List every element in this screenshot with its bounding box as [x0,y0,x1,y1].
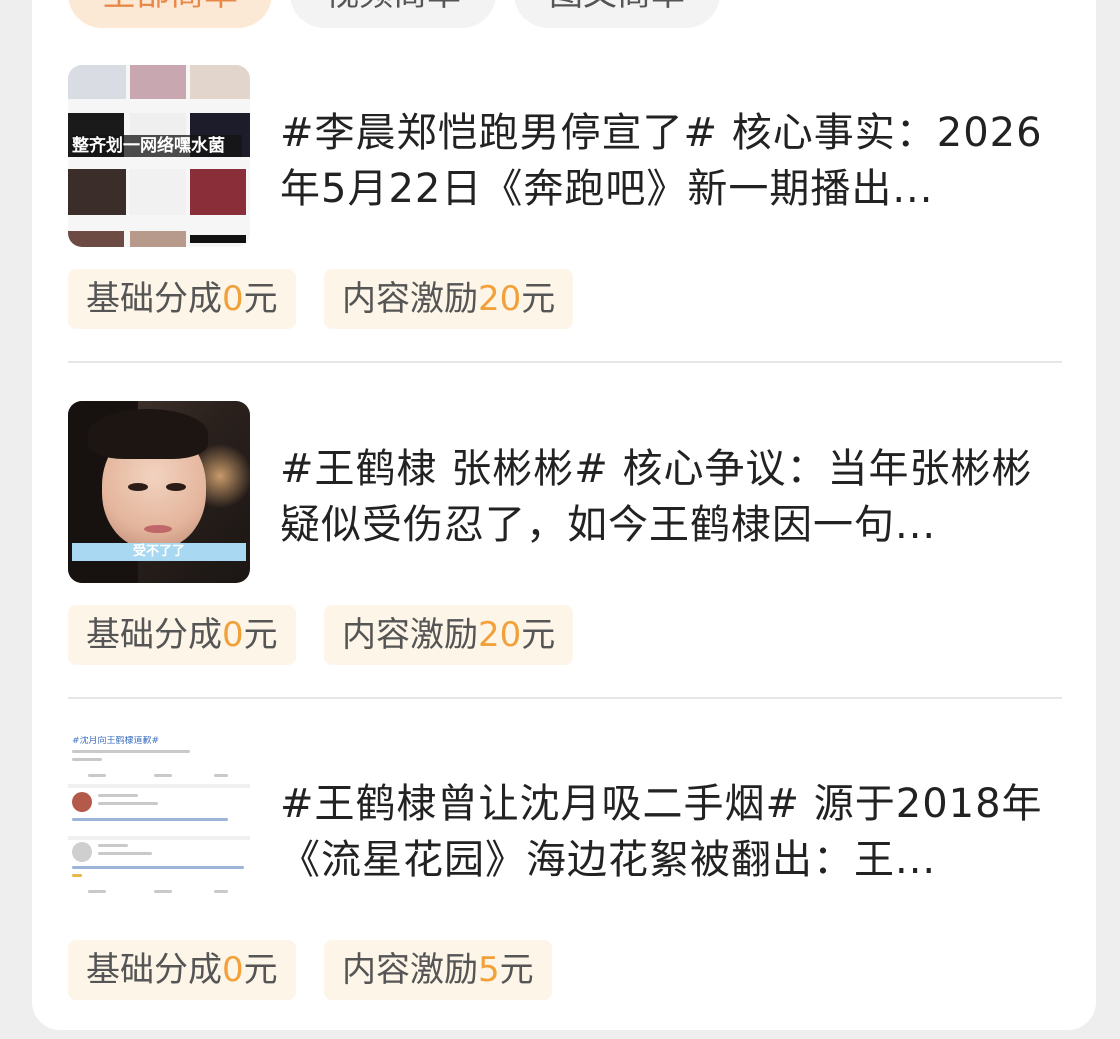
item-thumbnail: #沈月向王鹤棣道歉# [68,736,250,918]
content-incentive-tag: 内容激励20元 [324,269,574,329]
tab-all-orders[interactable]: 全部商单 [68,0,272,28]
base-share-tag: 基础分成0元 [68,605,296,665]
item-title: #王鹤棣 张彬彬# 核心争议：当年张彬彬疑似受伤忍了，如今王鹤棣因一句... [280,446,1033,548]
thumbnail-caption: #沈月向王鹤棣道歉# [72,736,160,746]
item-title: #李晨郑恺跑男停宣了# 核心事实：2026年5月22日《奔跑吧》新一期播出... [280,110,1043,212]
item-thumbnail: 整齐划一网络嘿水菌 [68,65,250,247]
tab-video-orders[interactable]: 视频商单 [290,0,496,28]
item-title: #王鹤棣曾让沈月吸二手烟# 源于2018年《流星花园》海边花絮被翻出：王... [280,781,1043,883]
divider [68,697,1062,699]
base-share-tag: 基础分成0元 [68,269,296,329]
content-incentive-tag: 内容激励5元 [324,940,552,1000]
divider [68,361,1062,363]
base-share-tag: 基础分成0元 [68,940,296,1000]
list-item[interactable]: 整齐划一网络嘿水菌 #李晨郑恺跑男停宣了# 核心事实：2026年5月22日《奔跑… [68,65,1062,329]
list-item[interactable]: #沈月向王鹤棣道歉# #王鹤棣曾让沈月吸二手烟# 源于2018年《流星花园》海边… [68,736,1062,1000]
item-thumbnail: 受不了了 [68,401,250,583]
tab-image-text-orders[interactable]: 图文商单 [514,0,720,28]
content-incentive-tag: 内容激励20元 [324,605,574,665]
task-list-card: 全部商单 视频商单 图文商单 整齐划一网络嘿水菌 #李晨郑恺跑男停宣了# 核心事… [32,0,1096,1030]
thumbnail-caption: 受不了了 [72,543,246,561]
thumbnail-caption: 整齐划一网络嘿水菌 [72,135,242,157]
list-item[interactable]: 受不了了 #王鹤棣 张彬彬# 核心争议：当年张彬彬疑似受伤忍了，如今王鹤棣因一句… [68,401,1062,665]
